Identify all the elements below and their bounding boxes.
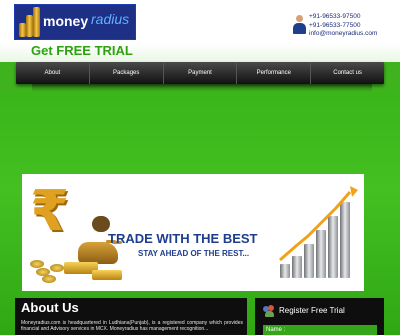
banner-headline: TRADE WITH THE BEST: [108, 231, 258, 246]
coin-icon: [50, 264, 64, 272]
growth-chart-icon: [278, 186, 360, 278]
register-title: Register Free Trial: [279, 306, 345, 315]
free-trial-link[interactable]: Get FREE TRIAL: [31, 43, 133, 58]
nav-packages[interactable]: Packages: [90, 62, 164, 84]
gold-bar-icon: [92, 270, 122, 280]
logo-word-radius: radius: [91, 11, 130, 27]
main-nav: About Packages Payment Performance Conta…: [16, 62, 384, 84]
coin-icon: [30, 260, 44, 268]
person-icon: [292, 15, 306, 35]
phone-1: +91-96533-97500: [309, 13, 361, 20]
users-icon: [263, 305, 275, 317]
coin-icon: [42, 275, 56, 283]
nav-performance[interactable]: Performance: [237, 62, 312, 84]
about-title: About Us: [21, 300, 79, 315]
email-link[interactable]: info@moneyradius.com: [309, 30, 377, 39]
coin-stack-icon: [19, 7, 41, 37]
banner-subline: STAY AHEAD OF THE REST...: [138, 249, 250, 258]
contact-info: +91-96533-97500 +91-96533-77500 info@mon…: [292, 13, 392, 41]
name-field[interactable]: Name :: [263, 325, 377, 335]
about-section: About Us Moneyradius.com is headquartere…: [15, 298, 247, 335]
nav-about[interactable]: About: [16, 62, 90, 84]
register-panel: Register Free Trial Name :: [255, 298, 384, 335]
site-logo[interactable]: money radius: [14, 4, 136, 40]
nav-contact[interactable]: Contact us: [311, 62, 384, 84]
logo-word-money: money: [43, 13, 89, 29]
phone-2: +91-96533-77500: [309, 21, 361, 29]
about-text: Moneyradius.com is headquartered in Ludh…: [21, 320, 243, 332]
nav-payment[interactable]: Payment: [164, 62, 238, 84]
nav-shadow: [32, 84, 372, 92]
bear-icon: [92, 216, 110, 232]
hero-banner: ₹ TRADE WITH THE BEST STAY AHEAD OF THE …: [22, 174, 364, 291]
rupee-symbol-icon: ₹: [30, 179, 69, 244]
